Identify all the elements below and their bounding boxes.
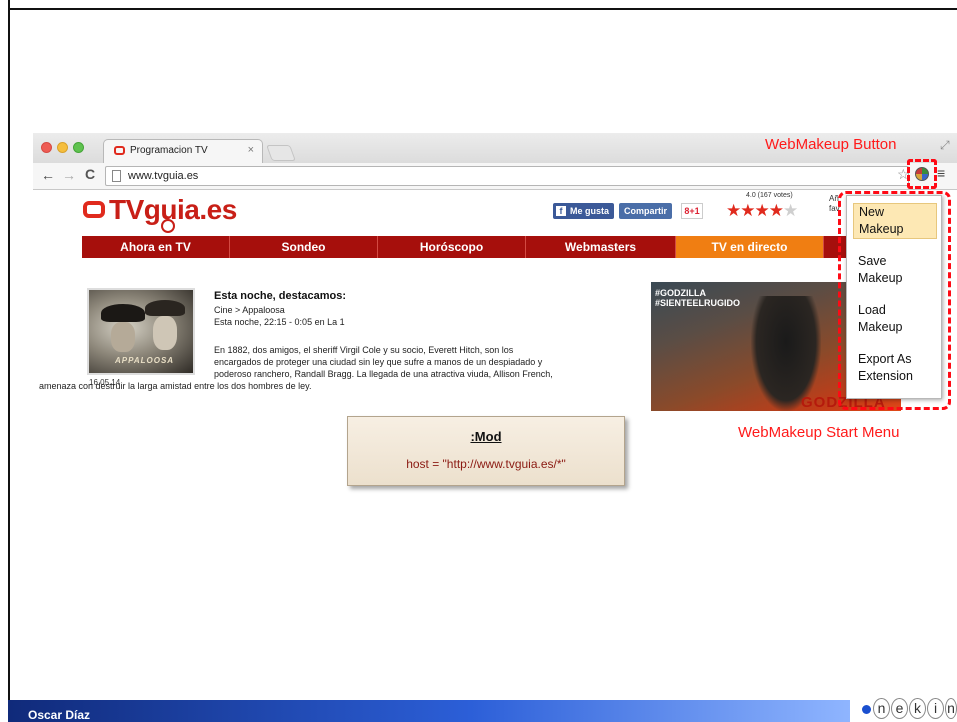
- new-tab-button[interactable]: [266, 145, 296, 161]
- poster-face-2: [153, 316, 177, 350]
- promo-hashtag-1: #GODZILLA: [655, 288, 706, 298]
- poster-face-1: [111, 322, 135, 352]
- logo-ring-icon: [161, 219, 175, 233]
- promo-hashtag-2: #SIENTEELRUGIDO: [655, 298, 741, 308]
- onekin-letter: i: [927, 698, 944, 719]
- webmakeup-button-label: WebMakeup Button: [765, 136, 897, 153]
- logo-o-icon: [83, 201, 105, 218]
- article-time: Esta noche, 22:15 - 0:05 en La 1: [214, 317, 345, 327]
- webmakeup-menu-label: WebMakeup Start Menu: [738, 424, 900, 441]
- mod-title: :Mod: [470, 429, 502, 444]
- rating-filled-stars: ★★★★: [726, 201, 784, 220]
- article-body-line: poderoso ranchero, Randall Bragg. La lle…: [214, 369, 553, 379]
- resize-icon: ⤢: [940, 138, 950, 152]
- poster-caption: APPALOOSA: [115, 356, 175, 365]
- web-page: TVguia.es f Me gusta Compartir 8+1 4.0 (…: [33, 190, 957, 411]
- maximize-window-icon[interactable]: [73, 142, 84, 153]
- article-body-line: amenaza con destruir la larga amistad en…: [39, 381, 312, 391]
- movie-poster-image[interactable]: APPALOOSA: [87, 288, 195, 375]
- tvguia-favicon-icon: [114, 146, 125, 155]
- mod-object-box: :Mod host = "http://www.tvguia.es/*": [347, 416, 625, 486]
- forward-arrow-icon[interactable]: →: [62, 167, 76, 183]
- start-menu-highlight: [838, 191, 951, 410]
- browser-menu-icon[interactable]: ≡: [937, 165, 945, 181]
- nav-horoscopo[interactable]: Horóscopo: [378, 236, 526, 258]
- rating-stars[interactable]: ★★★★★: [726, 201, 798, 221]
- onekin-dot-icon: [862, 705, 871, 714]
- page-icon: [112, 170, 121, 182]
- google-plus-button[interactable]: 8+1: [681, 203, 703, 219]
- slide: Programacion TV × ← → C www.tvguia.es ☆ …: [0, 0, 957, 722]
- article-body-line: encargados de proteger una ciudad sin le…: [214, 357, 543, 367]
- back-arrow-icon[interactable]: ←: [41, 167, 55, 183]
- nav-ahora-en-tv[interactable]: Ahora en TV: [82, 236, 230, 258]
- browser-window: Programacion TV × ← → C www.tvguia.es ☆ …: [33, 133, 957, 411]
- nav-sondeo[interactable]: Sondeo: [230, 236, 378, 258]
- minimize-window-icon[interactable]: [57, 142, 68, 153]
- onekin-letter: n: [873, 698, 890, 719]
- footer-bar: [8, 700, 850, 722]
- poster-hat-1: [101, 304, 145, 322]
- browser-tab[interactable]: Programacion TV ×: [103, 139, 263, 163]
- article-category[interactable]: Cine > Appaloosa: [214, 305, 285, 315]
- facebook-like-button[interactable]: f Me gusta: [553, 203, 615, 219]
- onekin-letter: n: [945, 698, 957, 719]
- article-heading: Esta noche, destacamos:: [214, 290, 347, 302]
- mod-host: host = "http://www.tvguia.es/*": [406, 457, 566, 471]
- slide-border-top: [8, 8, 957, 10]
- rating-empty-star: ★: [782, 201, 798, 220]
- rating-votes: 4.0 (167 votes): [746, 192, 793, 199]
- tab-title: Programacion TV: [130, 145, 208, 156]
- nav-webmasters[interactable]: Webmasters: [526, 236, 676, 258]
- footer-author: Oscar Díaz: [28, 708, 91, 722]
- article-body-line: En 1882, dos amigos, el sheriff Virgil C…: [214, 345, 514, 355]
- facebook-icon: f: [556, 206, 566, 216]
- facebook-like-label: Me gusta: [570, 206, 610, 216]
- share-button[interactable]: Compartir: [619, 203, 673, 219]
- site-navbar: Ahora en TV Sondeo Horóscopo Webmasters …: [82, 236, 852, 258]
- onekin-letter: k: [909, 698, 926, 719]
- nav-tv-en-directo[interactable]: TV en directo: [676, 236, 824, 258]
- tab-close-icon[interactable]: ×: [248, 144, 254, 156]
- close-window-icon[interactable]: [41, 142, 52, 153]
- onekin-letter: e: [891, 698, 908, 719]
- webmakeup-button-highlight: [907, 159, 937, 189]
- slide-border-left: [8, 0, 10, 722]
- poster-hat-2: [145, 300, 185, 316]
- reload-icon[interactable]: C: [85, 166, 95, 182]
- address-bar[interactable]: www.tvguia.es: [105, 166, 909, 186]
- browser-toolbar: ← → C www.tvguia.es ☆ ≡: [33, 163, 957, 190]
- address-url: www.tvguia.es: [128, 170, 199, 182]
